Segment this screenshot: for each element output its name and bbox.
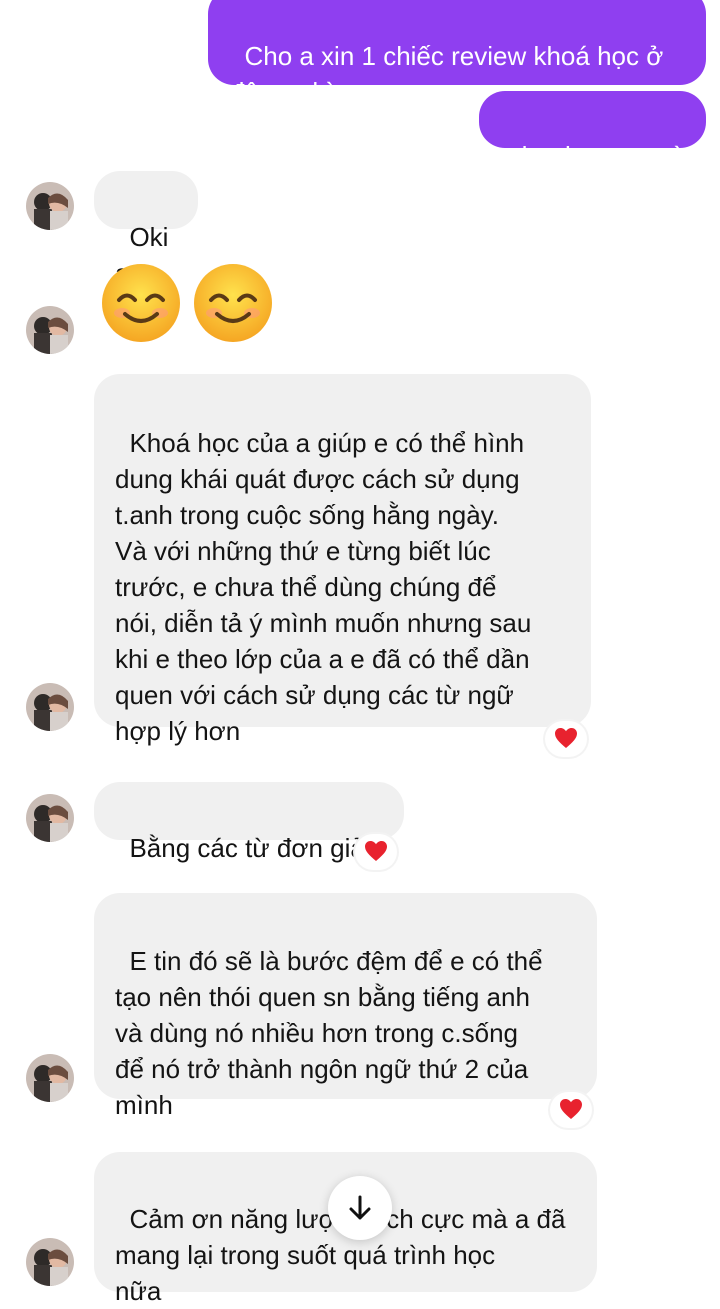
message-reaction[interactable] <box>545 721 587 757</box>
message-text: Khoá học của a giúp e có thể hình dung k… <box>115 428 532 746</box>
message-text: E tin đó sẽ là bước đệm để e có thể tạo … <box>115 946 543 1120</box>
avatar[interactable] <box>26 182 74 230</box>
incoming-message[interactable]: Bằng các từ đơn giản <box>94 782 404 863</box>
smiling-face-emoji <box>192 262 274 349</box>
incoming-message[interactable]: Khoá học của a giúp e có thể hình dung k… <box>94 374 591 746</box>
incoming-message[interactable]: E tin đó sẽ là bước đệm để e có thể tạo … <box>94 893 597 1120</box>
scroll-to-bottom-button[interactable] <box>328 1176 392 1240</box>
red-heart-icon <box>560 1099 582 1119</box>
message-text: Bằng các từ đơn giản <box>129 833 380 863</box>
avatar[interactable] <box>26 683 74 731</box>
smiling-face-emoji <box>100 262 182 349</box>
avatar[interactable] <box>26 794 74 842</box>
red-heart-icon <box>555 728 577 748</box>
avatar[interactable] <box>26 1054 74 1102</box>
outgoing-message[interactable]: Cho a xin 1 chiếc review khoá học ở đây … <box>208 0 706 107</box>
avatar[interactable] <box>26 1238 74 1286</box>
avatar[interactable] <box>26 306 74 354</box>
message-reaction[interactable] <box>550 1092 592 1128</box>
message-reaction[interactable] <box>355 834 397 870</box>
outgoing-message[interactable]: thank you e nè <box>479 91 706 171</box>
message-text: thank you e nè <box>514 141 686 171</box>
arrow-down-icon <box>349 1195 371 1220</box>
incoming-message[interactable]: Oki a <box>94 171 198 288</box>
red-heart-icon <box>365 841 387 861</box>
